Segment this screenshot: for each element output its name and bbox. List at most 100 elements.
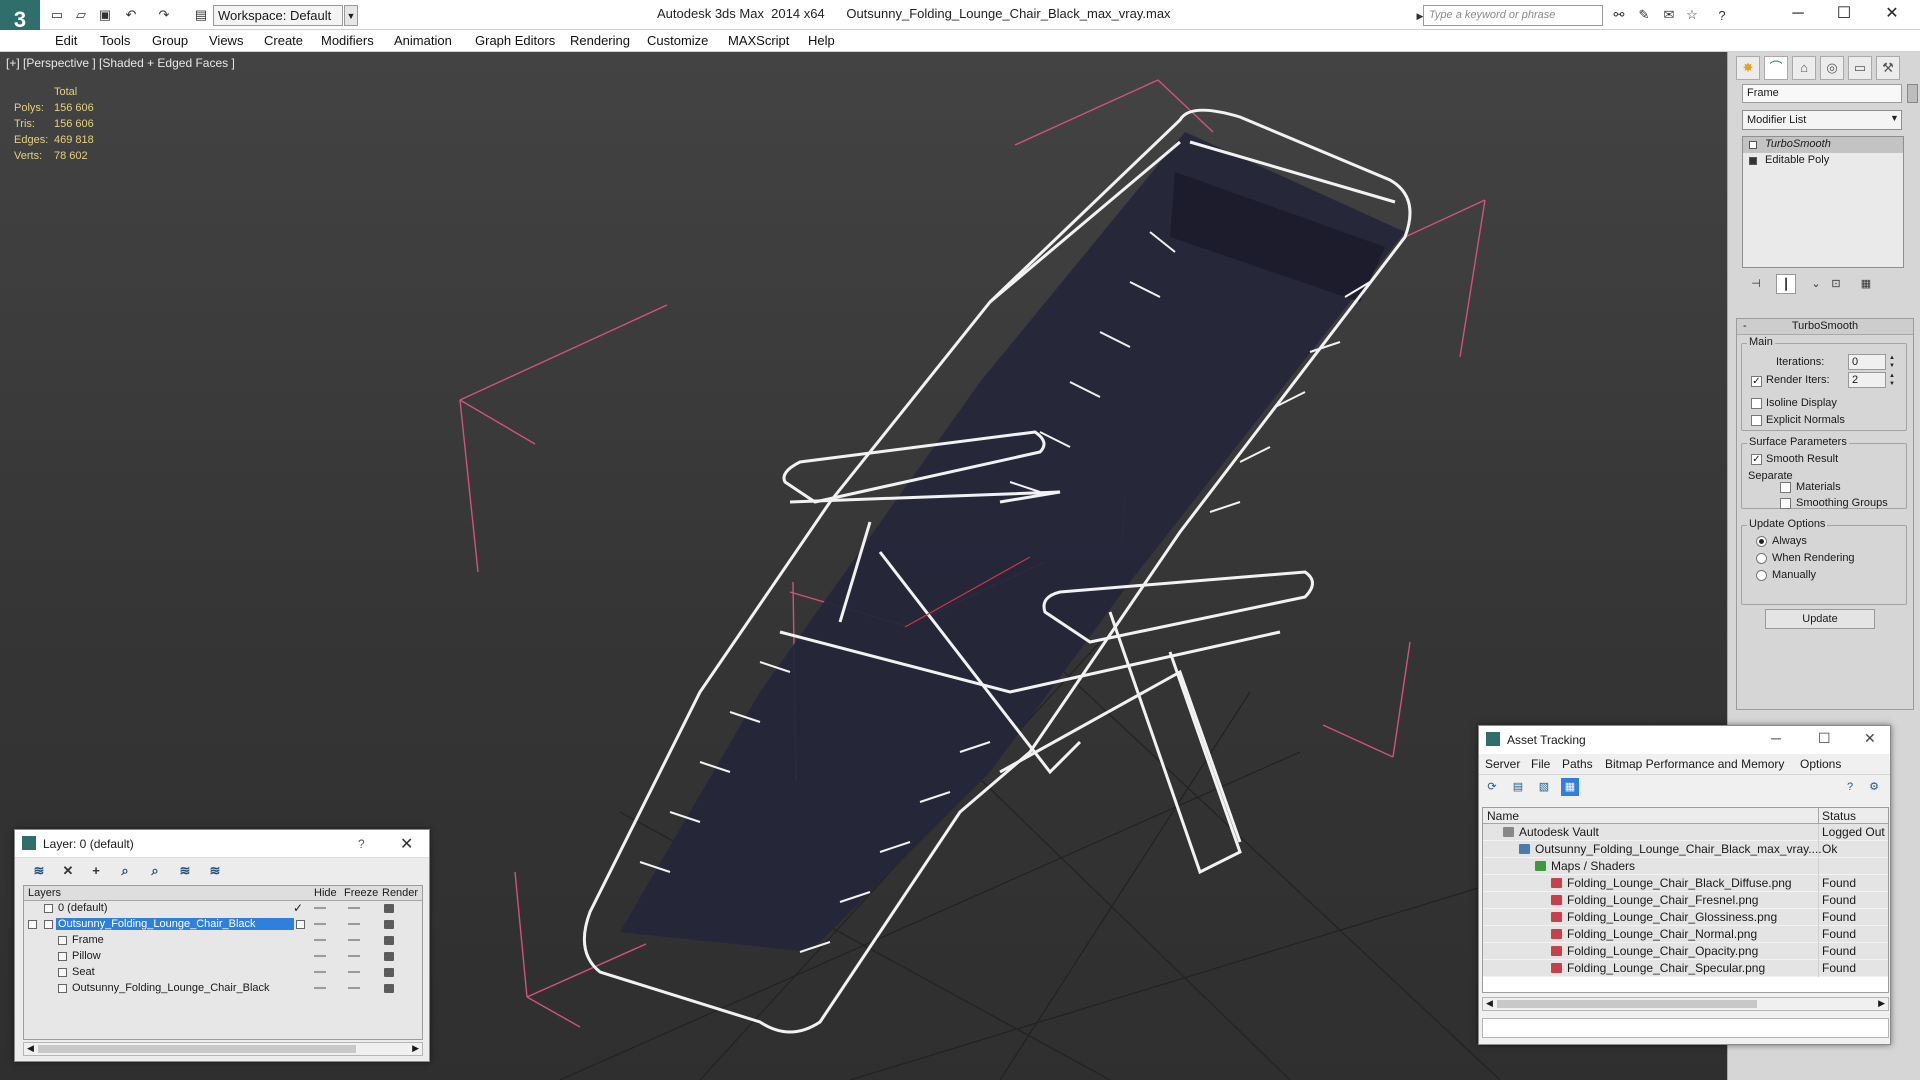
freeze-toggle[interactable] (348, 971, 360, 973)
isoline-display-checkbox[interactable] (1751, 398, 1762, 409)
set-active-layer-icon[interactable] (296, 920, 305, 929)
show-end-result-icon[interactable]: ┃ (1776, 274, 1796, 294)
project-folder-icon[interactable]: ▤ (192, 6, 210, 24)
spinner-arrows-icon[interactable]: ▲ ▼ (1888, 372, 1896, 388)
freeze-toggle[interactable] (348, 987, 360, 989)
asset-row[interactable]: Folding_Lounge_Chair_Opacity.png Found (1483, 943, 1888, 960)
list-view-icon[interactable]: ▤ (1509, 778, 1527, 796)
explicit-normals-checkbox[interactable] (1751, 415, 1762, 426)
workspace-dropdown[interactable]: Workspace: Default (213, 5, 343, 26)
menu-modifiers[interactable]: Modifiers (321, 33, 374, 48)
render-teapot-icon[interactable] (384, 936, 394, 945)
subscription-icon[interactable]: ✎ (1635, 6, 1653, 24)
column-header-freeze[interactable]: Freeze (344, 887, 378, 899)
open-file-icon[interactable]: ▱ (72, 6, 90, 24)
menu-views[interactable]: Views (209, 33, 243, 48)
help-icon[interactable]: ? (1841, 778, 1859, 796)
layer-row[interactable]: 0 (default) ✓ (24, 901, 422, 917)
smoothing-groups-checkbox[interactable] (1780, 498, 1791, 509)
stack-item-turbosmooth[interactable]: TurboSmooth (1743, 137, 1903, 153)
remove-modifier-icon[interactable]: ⊡ (1826, 274, 1846, 294)
render-iters-spinner[interactable]: 2 (1848, 372, 1886, 388)
layer-row[interactable]: Frame (24, 933, 422, 949)
hide-toggle[interactable] (314, 907, 326, 909)
object-name-field[interactable]: Frame (1742, 84, 1902, 103)
scroll-left-icon[interactable]: ◀ (27, 1043, 34, 1054)
favorites-star-icon[interactable]: ☆ (1683, 6, 1701, 24)
make-unique-icon[interactable]: ⌄ (1806, 274, 1826, 294)
menu-file[interactable]: File (1531, 757, 1550, 771)
menu-edit[interactable]: Edit (55, 33, 77, 48)
hide-toggle[interactable] (314, 939, 326, 941)
asset-row[interactable]: Folding_Lounge_Chair_Glossiness.png Foun… (1483, 909, 1888, 926)
render-teapot-icon[interactable] (384, 920, 394, 929)
menu-paths[interactable]: Paths (1562, 757, 1593, 771)
spinner-arrows-icon[interactable]: ▲ ▼ (1888, 354, 1896, 370)
asset-row[interactable]: Folding_Lounge_Chair_Fresnel.png Found (1483, 892, 1888, 909)
scrollbar-thumb[interactable] (1497, 1000, 1757, 1008)
stack-item-editable-poly[interactable]: Editable Poly (1743, 153, 1903, 169)
hide-toggle[interactable] (314, 971, 326, 973)
asset-row[interactable]: Folding_Lounge_Chair_Specular.png Found (1483, 960, 1888, 977)
motion-tab-icon[interactable]: ◎ (1820, 56, 1844, 80)
dialog-title-bar[interactable]: Layer: 0 (default) ? ✕ (15, 830, 429, 858)
hide-toggle[interactable] (314, 923, 326, 925)
hide-toggle[interactable] (314, 987, 326, 989)
asset-row[interactable]: Outsunny_Folding_Lounge_Chair_Black_max_… (1483, 841, 1888, 858)
minimize-icon[interactable]: ─ (1771, 730, 1781, 746)
redo-icon[interactable]: ↷ (155, 6, 173, 24)
asset-row[interactable]: Maps / Shaders (1483, 858, 1888, 875)
menu-options[interactable]: Options (1800, 757, 1841, 771)
minimize-icon[interactable]: ─ (1778, 2, 1818, 26)
lightbulb-icon[interactable] (1749, 141, 1757, 149)
highlight-layer-icon[interactable]: ⌕ (145, 861, 165, 881)
freeze-toggle[interactable] (348, 939, 360, 941)
hierarchy-tab-icon[interactable]: ⌂ (1792, 56, 1816, 80)
render-teapot-icon[interactable] (384, 968, 394, 977)
table-view-icon[interactable]: ▦ (1561, 778, 1579, 796)
thumbnail-view-icon[interactable]: ▧ (1535, 778, 1553, 796)
column-header-layers[interactable]: Layers (28, 887, 61, 899)
chevron-down-icon[interactable]: ▼ (1890, 113, 1899, 123)
render-teapot-icon[interactable] (384, 984, 394, 993)
hide-toggle[interactable] (314, 955, 326, 957)
maximize-icon[interactable]: ☐ (1818, 730, 1831, 747)
asset-row[interactable]: Folding_Lounge_Chair_Black_Diffuse.png F… (1483, 875, 1888, 892)
add-to-layer-icon[interactable]: + (86, 861, 106, 881)
maximize-icon[interactable]: ☐ (1824, 2, 1864, 26)
hide-all-icon[interactable]: ≋ (175, 861, 195, 881)
freeze-toggle[interactable] (348, 907, 360, 909)
modify-tab-icon[interactable]: ⌒ (1764, 56, 1788, 80)
new-file-icon[interactable]: ▭ (48, 6, 66, 24)
freeze-toggle[interactable] (348, 923, 360, 925)
communication-icon[interactable]: ✉ (1660, 6, 1678, 24)
scroll-left-icon[interactable]: ◀ (1486, 998, 1493, 1009)
select-objects-icon[interactable]: ⌕ (115, 861, 135, 881)
close-icon[interactable]: ✕ (1864, 730, 1876, 747)
undo-icon[interactable]: ↶ (122, 6, 140, 24)
menu-rendering[interactable]: Rendering (570, 33, 630, 48)
active-layer-check-icon[interactable]: ✓ (293, 901, 303, 915)
new-layer-icon[interactable]: ≋ (29, 861, 49, 881)
render-teapot-icon[interactable] (384, 952, 394, 961)
horizontal-scrollbar[interactable]: ◀ ▶ (23, 1042, 423, 1056)
expand-icon[interactable] (1749, 157, 1757, 165)
utilities-tab-icon[interactable]: ⚒ (1876, 56, 1900, 80)
always-radio[interactable] (1756, 536, 1767, 547)
column-header-name[interactable]: Name (1487, 809, 1519, 823)
asset-row[interactable]: Folding_Lounge_Chair_Normal.png Found (1483, 926, 1888, 943)
delete-layer-icon[interactable]: ✕ (58, 861, 78, 881)
configure-modifier-sets-icon[interactable]: ▦ (1856, 274, 1876, 294)
collapse-icon[interactable] (28, 920, 37, 929)
scrollbar-thumb[interactable] (38, 1045, 356, 1053)
when-rendering-radio[interactable] (1756, 553, 1767, 564)
layer-row[interactable]: Outsunny_Folding_Lounge_Chair_Black (24, 981, 422, 997)
horizontal-scrollbar[interactable]: ◀ ▶ (1482, 997, 1889, 1011)
layer-row[interactable]: Pillow (24, 949, 422, 965)
asset-row[interactable]: Autodesk Vault Logged Out (1483, 824, 1888, 841)
menu-graph-editors[interactable]: Graph Editors (475, 33, 555, 48)
scroll-right-icon[interactable]: ▶ (1878, 998, 1885, 1009)
smooth-result-checkbox[interactable]: ✓ (1751, 454, 1762, 465)
settings-icon[interactable]: ⚙ (1865, 778, 1883, 796)
layer-row[interactable]: Outsunny_Folding_Lounge_Chair_Black (24, 917, 422, 933)
